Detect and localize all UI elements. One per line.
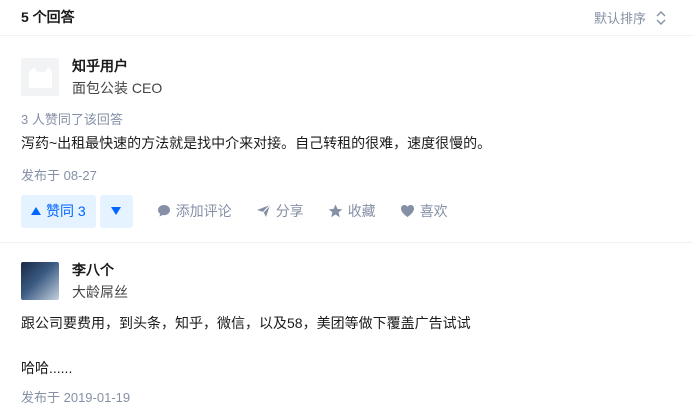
avatar[interactable] <box>21 262 59 300</box>
upvote-button[interactable]: 赞同 3 <box>21 194 96 228</box>
voters-text: 3 人赞同了该回答 <box>21 112 123 127</box>
collect-label: 收藏 <box>347 203 376 219</box>
like-label: 喜欢 <box>419 203 448 219</box>
collect-button[interactable]: 收藏 <box>328 201 376 221</box>
like-button[interactable]: 喜欢 <box>400 201 448 221</box>
comment-label: 添加评论 <box>175 203 232 219</box>
sort-chevrons-icon <box>656 10 666 25</box>
share-label: 分享 <box>275 203 304 219</box>
comment-button[interactable]: 添加评论 <box>157 201 232 221</box>
sort-label: 默认排序 <box>593 11 646 26</box>
author-name[interactable]: 知乎用户 <box>72 56 128 76</box>
answer-count-title: 5 个回答 <box>21 9 75 25</box>
share-button[interactable]: 分享 <box>256 201 304 221</box>
author-bio: 大龄屌丝 <box>72 284 128 300</box>
star-icon <box>328 204 343 218</box>
sort-selector[interactable]: 默认排序 <box>594 8 666 27</box>
avatar[interactable] <box>21 58 59 96</box>
downvote-button[interactable] <box>99 194 133 228</box>
publish-date: 发布于 2019-01-19 <box>21 390 131 405</box>
action-bar: 赞同 3 添加评论 分享 收藏 喜欢 <box>21 194 448 228</box>
author-name[interactable]: 李八个 <box>72 260 114 280</box>
answer-content: 哈哈...... <box>21 360 73 376</box>
triangle-down-icon <box>111 207 122 215</box>
triangle-up-icon <box>31 207 41 215</box>
answer-content: 泻药~出租最快速的方法就是找中介来对接。自己转租的很难，速度很慢的。 <box>21 135 492 151</box>
upvote-label: 赞同 3 <box>46 203 86 219</box>
heart-icon <box>400 204 415 218</box>
answer-item: 李八个 大龄屌丝 跟公司要费用，到头条，知乎，微信，以及58，美团等做下覆盖广告… <box>0 244 693 411</box>
publish-date: 发布于 08-27 <box>21 168 97 183</box>
comment-bubble-icon <box>157 204 171 218</box>
answer-content: 跟公司要费用，到头条，知乎，微信，以及58，美团等做下覆盖广告试试 <box>21 315 471 331</box>
author-bio: 面包公装 CEO <box>72 80 163 96</box>
answer-item: 知乎用户 面包公装 CEO 3 人赞同了该回答 泻药~出租最快速的方法就是找中介… <box>0 40 693 243</box>
paper-plane-icon <box>256 204 271 218</box>
answers-header: 5 个回答 默认排序 <box>0 0 693 36</box>
